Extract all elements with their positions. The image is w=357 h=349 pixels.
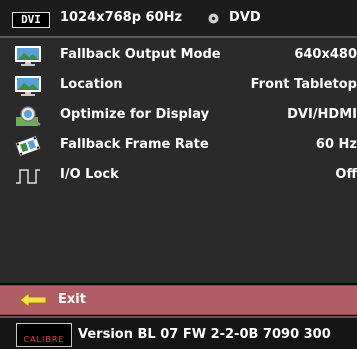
resolution-readout: 1024x768p 60Hz (60, 10, 183, 25)
calibre-logo: CALIBRE (16, 323, 72, 347)
monitor-landscape-icon (15, 46, 41, 66)
menu-item-optimize-for-display[interactable]: Optimize for Display DVI/HDMI (0, 101, 357, 131)
osd-screen: DVI 1024x768p 60Hz DVD Fallback Output M… (0, 0, 357, 349)
menu-item-label: Fallback Frame Rate (60, 137, 209, 152)
disc-icon (208, 13, 219, 24)
menu-item-fallback-output-mode[interactable]: Fallback Output Mode 640x480 (0, 41, 357, 71)
menu-item-value: Front Tabletop (250, 77, 357, 92)
menu-item-value: 640x480 (294, 47, 357, 62)
back-arrow-icon (20, 293, 46, 307)
io-signal-icon (16, 169, 40, 184)
settings-menu: Fallback Output Mode 640x480 Location Fr… (0, 38, 357, 283)
menu-item-label: I/O Lock (60, 167, 119, 182)
menu-item-label: Location (60, 77, 123, 92)
menu-item-value: DVI/HDMI (287, 107, 357, 122)
input-badge: DVI (12, 12, 50, 28)
monitor-landscape-icon (15, 76, 41, 96)
optimize-display-icon (16, 106, 41, 126)
exit-label: Exit (58, 292, 86, 307)
menu-item-fallback-frame-rate[interactable]: Fallback Frame Rate 60 Hz (0, 131, 357, 161)
source-readout: DVD (229, 10, 261, 25)
menu-item-io-lock[interactable]: I/O Lock Off (0, 161, 357, 191)
logo-text: CALIBRE (23, 335, 65, 344)
footer-bar: CALIBRE Version BL 07 FW 2-2-0B 7090 300 (0, 316, 357, 349)
menu-item-location[interactable]: Location Front Tabletop (0, 71, 357, 101)
exit-button[interactable]: Exit (0, 285, 357, 315)
menu-item-label: Optimize for Display (60, 107, 210, 122)
menu-item-value: 60 Hz (315, 137, 357, 152)
menu-item-label: Fallback Output Mode (60, 47, 221, 62)
menu-item-value: Off (335, 167, 357, 182)
version-readout: Version BL 07 FW 2-2-0B 7090 300 (78, 327, 331, 342)
film-frame-icon (14, 135, 42, 157)
status-header: DVI 1024x768p 60Hz DVD (0, 0, 357, 38)
